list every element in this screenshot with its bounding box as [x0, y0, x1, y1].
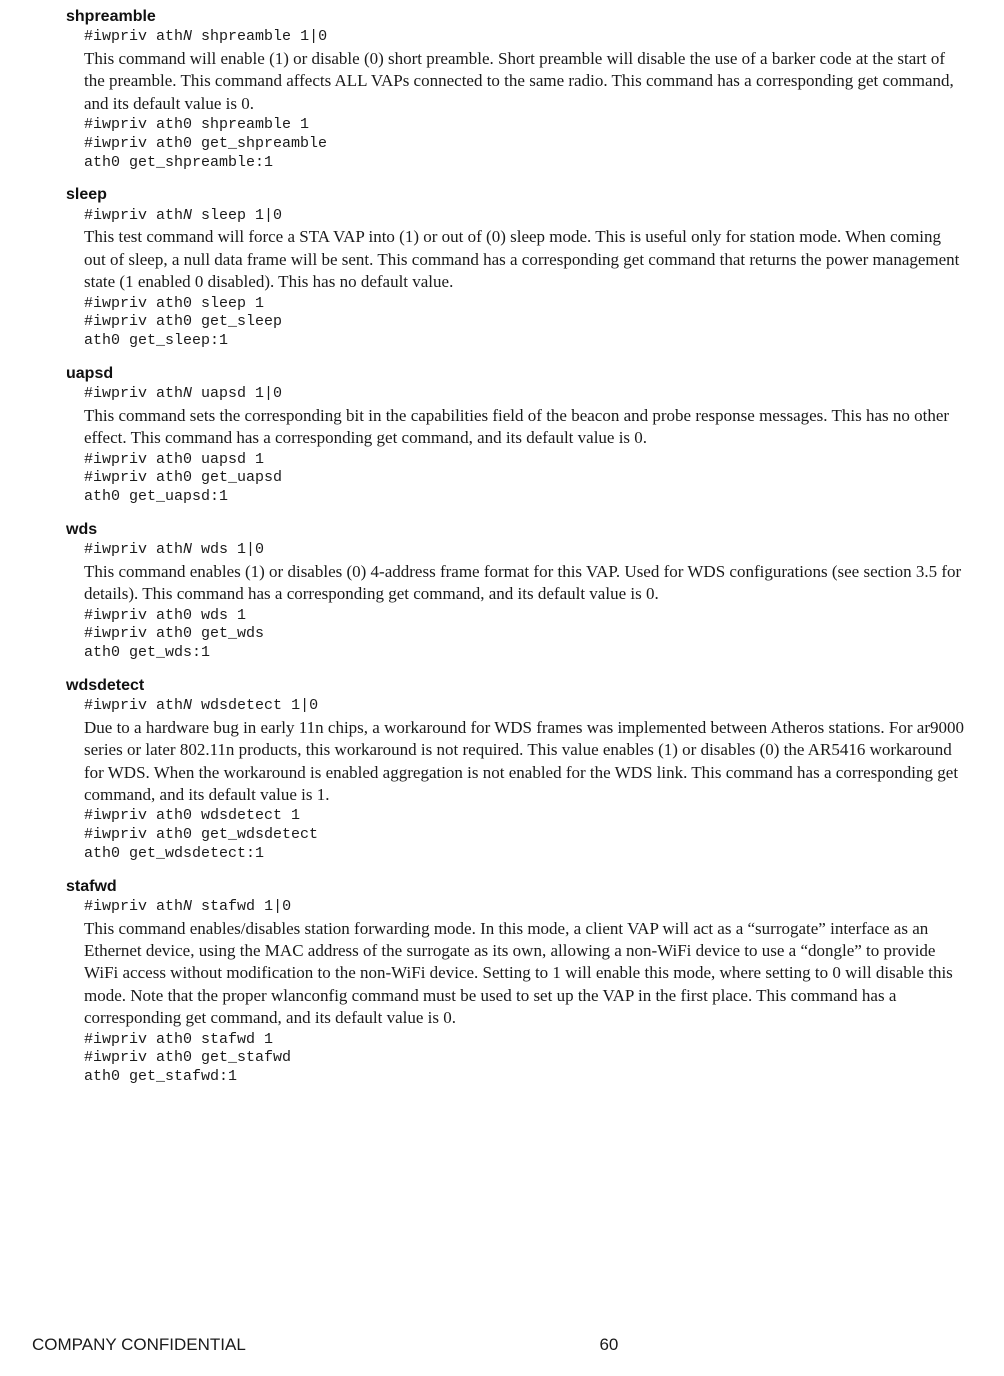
- section-stafwd: stafwd #iwpriv athN stafwd 1|0 This comm…: [84, 876, 964, 1087]
- example-block: #iwpriv ath0 sleep 1 #iwpriv ath0 get_sl…: [84, 295, 964, 351]
- description-text: This command sets the corresponding bit …: [84, 405, 964, 450]
- description-text: This test command will force a STA VAP i…: [84, 226, 964, 293]
- syntax-line: #iwpriv athN wds 1|0: [84, 541, 964, 560]
- section-title: uapsd: [66, 363, 964, 384]
- section-uapsd: uapsd #iwpriv athN uapsd 1|0 This comman…: [84, 363, 964, 507]
- syntax-line: #iwpriv athN uapsd 1|0: [84, 385, 964, 404]
- section-title: shpreamble: [66, 6, 964, 27]
- section-title: wds: [66, 519, 964, 540]
- description-text: Due to a hardware bug in early 11n chips…: [84, 717, 964, 807]
- syntax-line: #iwpriv athN stafwd 1|0: [84, 898, 964, 917]
- section-sleep: sleep #iwpriv athN sleep 1|0 This test c…: [84, 184, 964, 350]
- section-title: sleep: [66, 184, 964, 205]
- page-content: shpreamble #iwpriv athN shpreamble 1|0 T…: [84, 0, 964, 1087]
- syntax-line: #iwpriv athN sleep 1|0: [84, 207, 964, 226]
- description-text: This command will enable (1) or disable …: [84, 48, 964, 115]
- section-wdsdetect: wdsdetect #iwpriv athN wdsdetect 1|0 Due…: [84, 675, 964, 864]
- example-block: #iwpriv ath0 uapsd 1 #iwpriv ath0 get_ua…: [84, 451, 964, 507]
- section-title: wdsdetect: [66, 675, 964, 696]
- example-block: #iwpriv ath0 shpreamble 1 #iwpriv ath0 g…: [84, 116, 964, 172]
- description-text: This command enables/disables station fo…: [84, 918, 964, 1030]
- section-shpreamble: shpreamble #iwpriv athN shpreamble 1|0 T…: [84, 6, 964, 172]
- section-wds: wds #iwpriv athN wds 1|0 This command en…: [84, 519, 964, 663]
- footer-page-number: 60: [246, 1334, 972, 1356]
- syntax-line: #iwpriv athN wdsdetect 1|0: [84, 697, 964, 716]
- example-block: #iwpriv ath0 wds 1 #iwpriv ath0 get_wds …: [84, 607, 964, 663]
- example-block: #iwpriv ath0 wdsdetect 1 #iwpriv ath0 ge…: [84, 807, 964, 863]
- example-block: #iwpriv ath0 stafwd 1 #iwpriv ath0 get_s…: [84, 1031, 964, 1087]
- section-title: stafwd: [66, 876, 964, 897]
- footer-confidential: COMPANY CONFIDENTIAL: [32, 1334, 246, 1356]
- syntax-line: #iwpriv athN shpreamble 1|0: [84, 28, 964, 47]
- description-text: This command enables (1) or disables (0)…: [84, 561, 964, 606]
- page-footer: COMPANY CONFIDENTIAL 60: [0, 1334, 1004, 1356]
